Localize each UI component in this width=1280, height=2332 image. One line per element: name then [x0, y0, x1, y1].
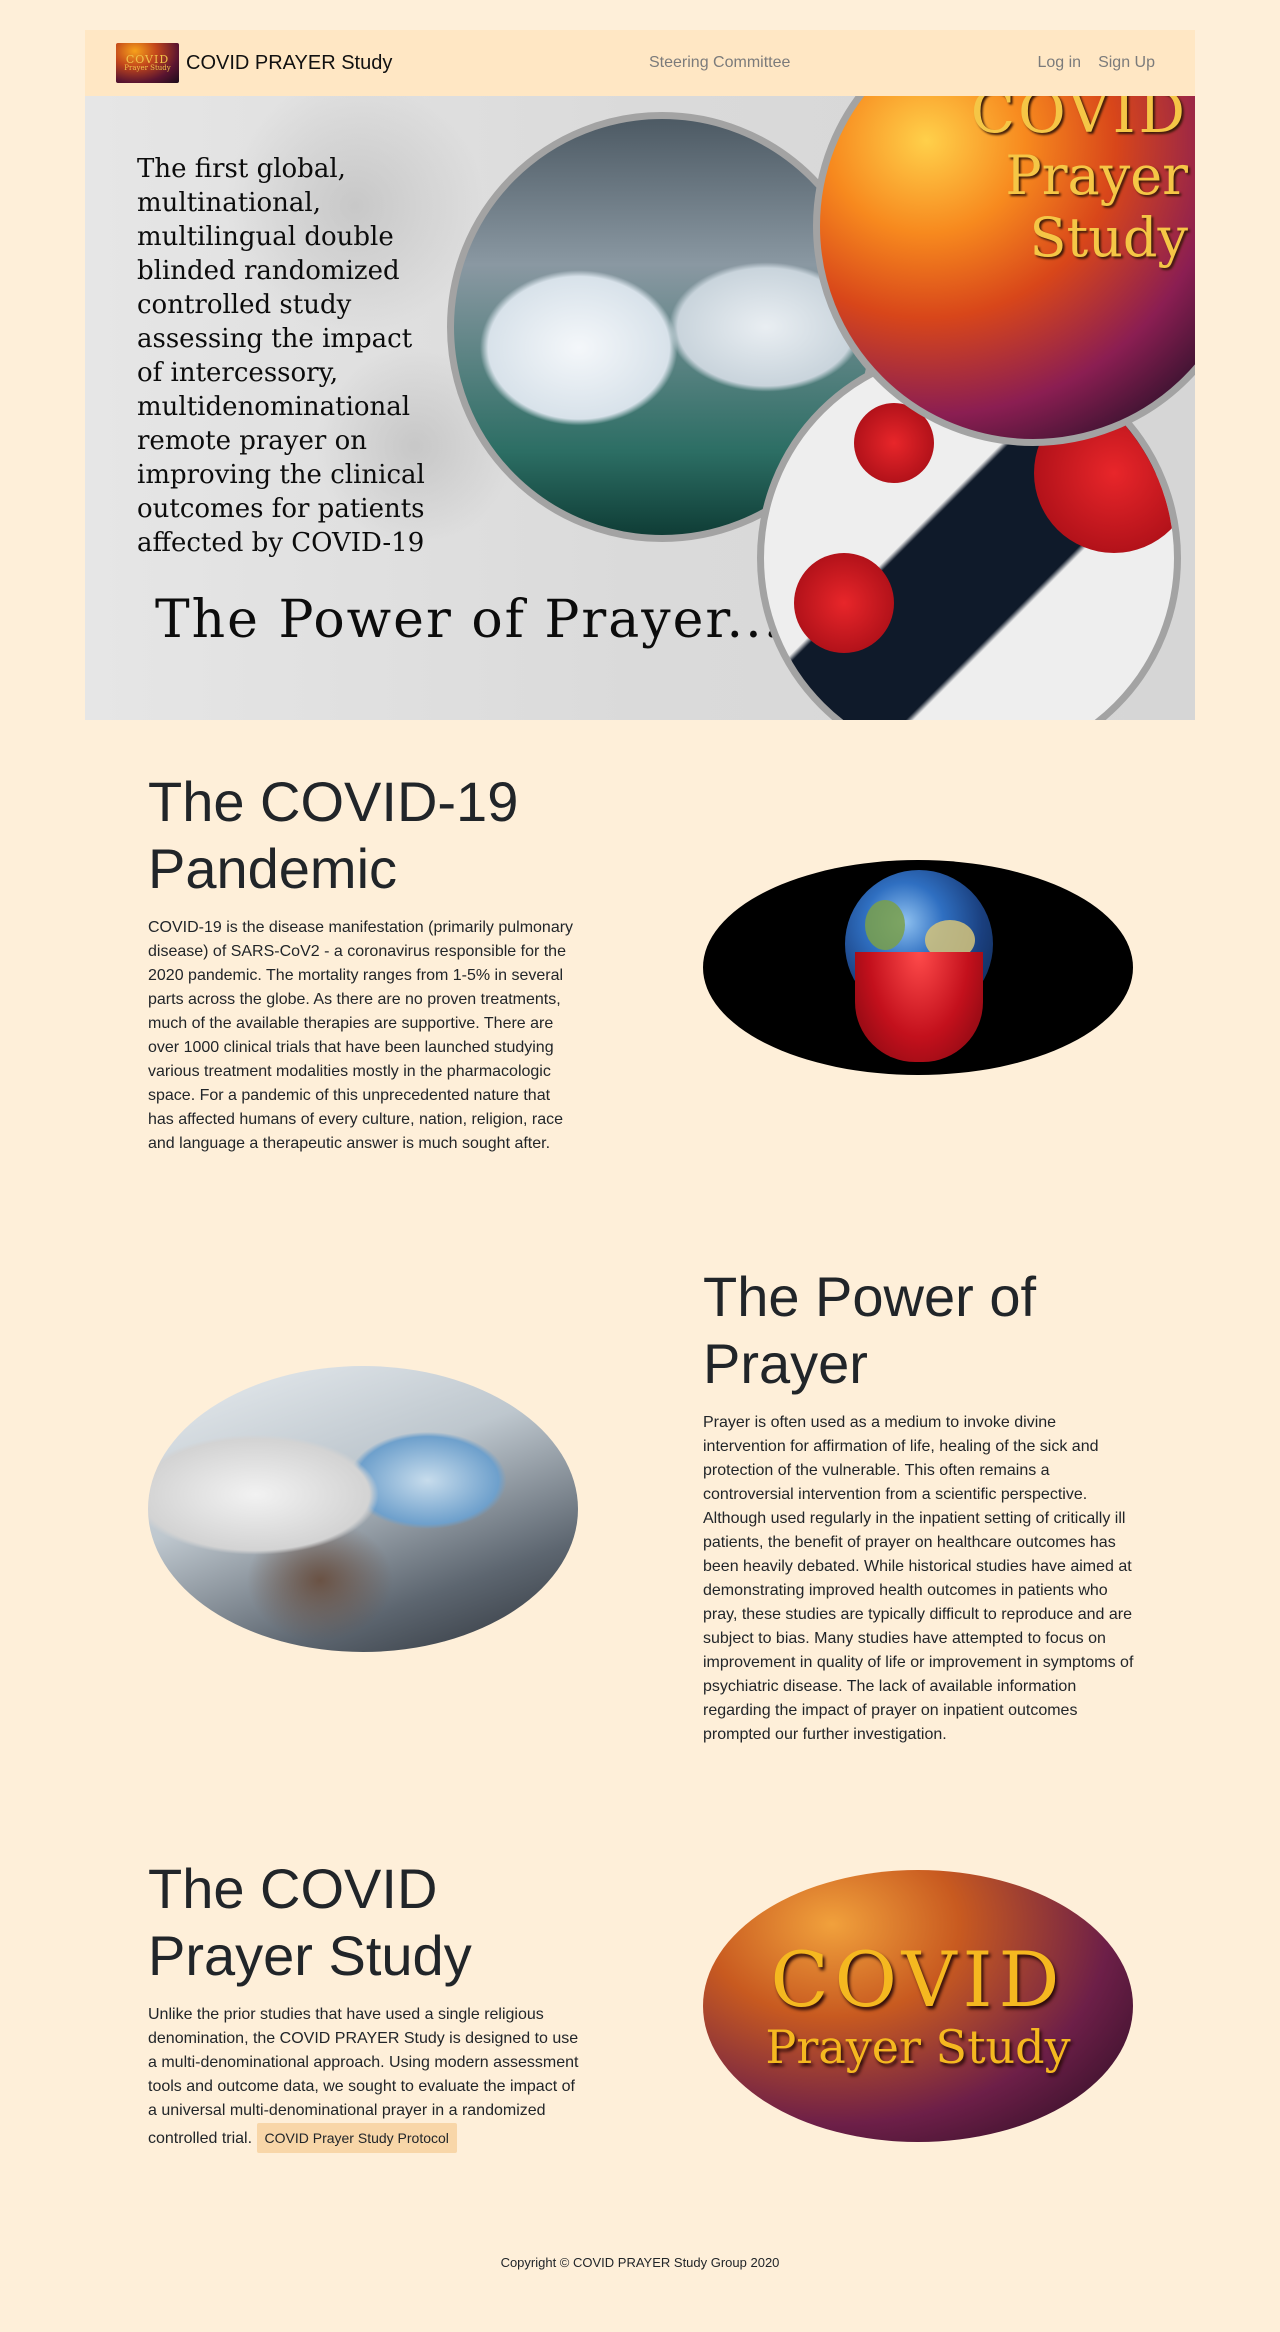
earth-virus-image: [703, 860, 1133, 1075]
icu-staff-image: [148, 1366, 578, 1652]
hero-title-line1: COVID: [970, 96, 1188, 146]
nav-steering-committee[interactable]: Steering Committee: [649, 54, 790, 72]
hero-title-line2: Prayer: [1005, 144, 1188, 207]
section-covid-prayer-study: The COVID Prayer Study Unlike the prior …: [148, 1855, 580, 2153]
hero-title: COVID Prayer Study: [971, 96, 1188, 269]
signup-link[interactable]: Sign Up: [1098, 54, 1155, 72]
section-body: COVID-19 is the disease manifestation (p…: [148, 919, 574, 1152]
navbar: COVID Prayer Study COVID PRAYER Study St…: [85, 30, 1195, 96]
brand-link[interactable]: COVID Prayer Study COVID PRAYER Study: [116, 43, 392, 83]
virus-blood-shape: [855, 952, 983, 1062]
section-power-of-prayer: The Power of Prayer Prayer is often used…: [703, 1263, 1135, 1747]
logo-text-covid: COVID: [770, 1935, 1066, 2024]
auth-links: Log in Sign Up: [1037, 54, 1155, 72]
covid-prayer-study-logo: COVID Prayer Study: [703, 1870, 1133, 2142]
hero-title-line3: Study: [1029, 206, 1188, 269]
footer-copyright: Copyright © COVID PRAYER Study Group 202…: [500, 2255, 780, 2270]
login-link[interactable]: Log in: [1037, 54, 1081, 72]
hero-banner: The first global, multinational, multili…: [85, 96, 1195, 720]
section-title: The COVID Prayer Study: [148, 1857, 472, 1987]
virus-icon: [794, 553, 894, 653]
section-title: The Power of Prayer: [703, 1265, 1037, 1395]
protocol-button[interactable]: COVID Prayer Study Protocol: [256, 2123, 457, 2153]
earth-landmass: [865, 900, 905, 950]
brand-name[interactable]: COVID PRAYER Study: [186, 52, 392, 75]
section-title: The COVID-19 Pandemic: [148, 770, 519, 900]
hero-description: The first global, multinational, multili…: [137, 154, 425, 558]
logo-text-prayer-study: Prayer Study: [124, 64, 171, 72]
logo-text-prayer-study: Prayer Study: [765, 2020, 1071, 2074]
hero-tagline: The Power of Prayer...: [155, 590, 783, 650]
section-body: Prayer is often used as a medium to invo…: [703, 1414, 1134, 1743]
section-pandemic: The COVID-19 Pandemic COVID-19 is the di…: [148, 768, 580, 1156]
section-body: Unlike the prior studies that have used …: [148, 2003, 580, 2153]
brand-logo: COVID Prayer Study: [116, 43, 179, 83]
